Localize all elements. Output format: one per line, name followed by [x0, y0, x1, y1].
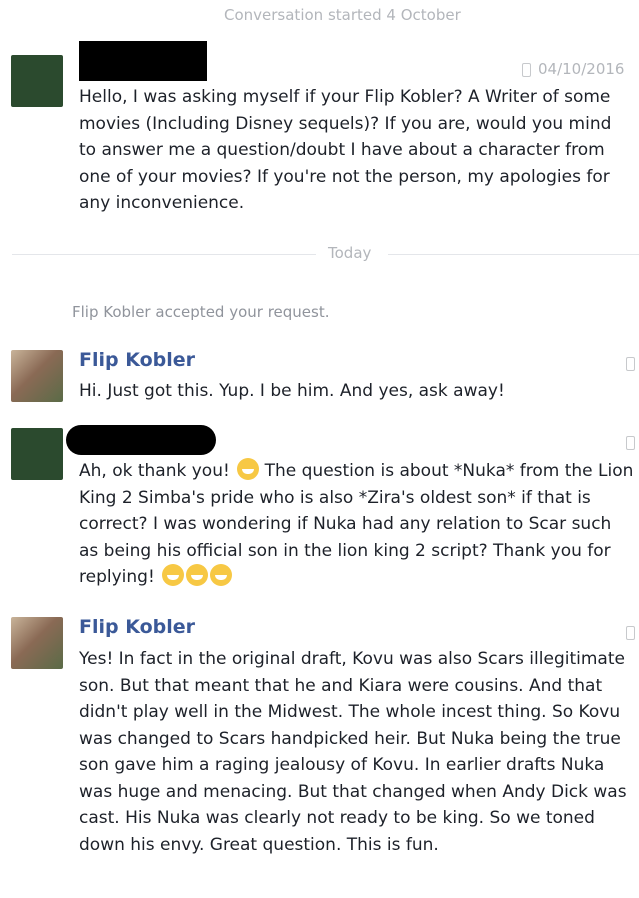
avatar[interactable] [11, 350, 63, 402]
message-text: Yes! In fact in the original draft, Kovu… [79, 649, 627, 855]
smiling-emoji-icon [210, 564, 233, 586]
divider-line [12, 254, 316, 255]
message-text: Ah, ok thank you! The question is about … [79, 458, 635, 591]
sender-name[interactable]: Flip Kobler [79, 349, 195, 371]
grinning-emoji-icon [162, 564, 185, 586]
divider-line [388, 254, 639, 255]
message-text: Hi. Just got this. Yup. I be him. And ye… [79, 381, 505, 401]
grinning-emoji-icon [237, 458, 260, 480]
today-label: Today [328, 244, 372, 262]
message-text: Hello, I was asking myself if your Flip … [79, 87, 612, 213]
conversation-started-label: Conversation started 4 October [224, 6, 461, 24]
sender-name[interactable]: Flip Kobler [79, 616, 195, 638]
avatar[interactable] [11, 428, 63, 480]
mobile-device-icon [522, 63, 531, 77]
message-text-part1: Ah, ok thank you! [79, 461, 230, 481]
system-notice: Flip Kobler accepted your request. [72, 303, 330, 321]
mobile-device-icon [626, 436, 635, 450]
message-date: 04/10/2016 [538, 60, 625, 78]
avatar[interactable] [11, 55, 63, 107]
mobile-device-icon [626, 626, 635, 640]
redacted-name [79, 41, 207, 81]
mobile-device-icon [626, 357, 635, 371]
smiling-emoji-icon [186, 564, 209, 586]
redacted-name [66, 425, 216, 455]
avatar[interactable] [11, 617, 63, 669]
